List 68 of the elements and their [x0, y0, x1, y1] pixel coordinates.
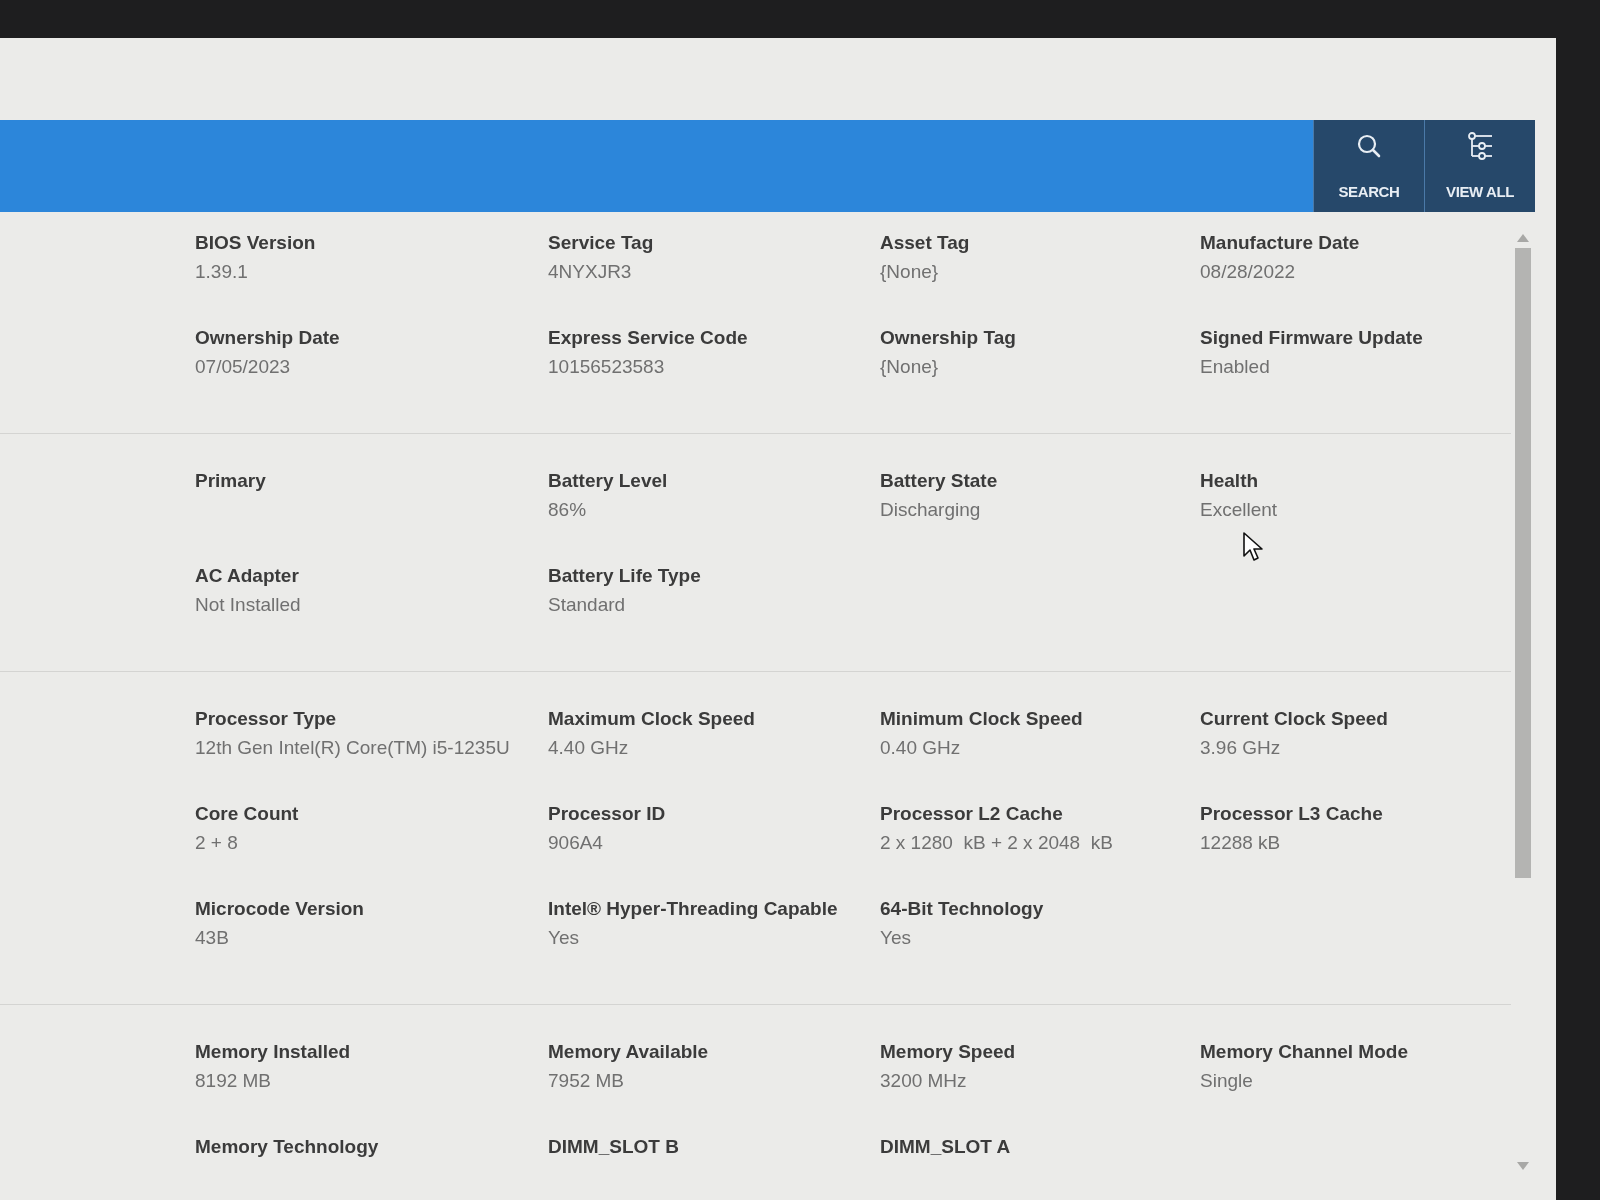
- field-value: Enabled: [1200, 356, 1271, 378]
- field-value: 08/28/2022: [1200, 261, 1297, 283]
- field-label: BIOS Version: [195, 232, 317, 254]
- scroll-down-arrow-icon[interactable]: [1517, 1162, 1529, 1170]
- field-value: 8192 MB: [195, 1070, 273, 1092]
- field-label: AC Adapter: [195, 565, 300, 587]
- field-label: Health: [1200, 470, 1260, 492]
- scroll-thumb[interactable]: [1515, 248, 1531, 878]
- field-label: Memory Speed: [880, 1041, 1017, 1063]
- scroll-up-arrow-icon[interactable]: [1517, 234, 1529, 242]
- field-label: Ownership Tag: [880, 327, 1017, 349]
- field-value: 7952 MB: [548, 1070, 626, 1092]
- field-value: 2 + 8: [195, 832, 239, 854]
- field-value: Discharging: [880, 499, 982, 521]
- search-button[interactable]: SEARCH: [1313, 120, 1424, 212]
- field-label: DIMM_SLOT B: [548, 1136, 680, 1158]
- field-value: 86%: [548, 499, 588, 521]
- field-value: 3.96 GHz: [1200, 737, 1282, 759]
- field-value: Excellent: [1200, 499, 1279, 521]
- field-value: 43B: [195, 927, 230, 949]
- field-value: 07/05/2023: [195, 356, 292, 378]
- field-label: Battery Life Type: [548, 565, 702, 587]
- field-label: Ownership Date: [195, 327, 341, 349]
- field-value: 12288 kB: [1200, 832, 1282, 854]
- field-value: 0.40 GHz: [880, 737, 962, 759]
- mouse-pointer-icon: [1243, 532, 1263, 562]
- field-label: Manufacture Date: [1200, 232, 1361, 254]
- field-value: 1.39.1: [195, 261, 249, 283]
- search-icon: [1355, 132, 1383, 160]
- field-label: Processor ID: [548, 803, 667, 825]
- field-value: 4NYXJR3: [548, 261, 633, 283]
- field-value: 906A4: [548, 832, 604, 854]
- field-label: Minimum Clock Speed: [880, 708, 1084, 730]
- field-label: Signed Firmware Update: [1200, 327, 1424, 349]
- field-value: Yes: [548, 927, 580, 949]
- field-label: Primary: [195, 470, 267, 492]
- field-label: Memory Available: [548, 1041, 710, 1063]
- field-value: Single: [1200, 1070, 1254, 1092]
- field-value: Yes: [880, 927, 912, 949]
- field-label: Asset Tag: [880, 232, 971, 254]
- field-label: Intel® Hyper-Threading Capable: [548, 898, 839, 920]
- field-label: Maximum Clock Speed: [548, 708, 756, 730]
- field-value: {None}: [880, 261, 940, 283]
- field-value: 3200 MHz: [880, 1070, 968, 1092]
- field-label: Memory Channel Mode: [1200, 1041, 1409, 1063]
- field-label: Service Tag: [548, 232, 655, 254]
- filter-tree-icon: [1466, 132, 1494, 160]
- field-label: Memory Technology: [195, 1136, 380, 1158]
- field-value: 4.40 GHz: [548, 737, 630, 759]
- field-label: Processor L2 Cache: [880, 803, 1064, 825]
- view-all-button[interactable]: VIEW ALL: [1424, 120, 1535, 212]
- field-label: Microcode Version: [195, 898, 365, 920]
- field-label: Core Count: [195, 803, 300, 825]
- field-label: Processor L3 Cache: [1200, 803, 1384, 825]
- field-label: Express Service Code: [548, 327, 749, 349]
- field-value: Standard: [548, 594, 627, 616]
- field-value: 2 x 1280 kB + 2 x 2048 kB: [880, 832, 1114, 854]
- field-label: Processor Type: [195, 708, 338, 730]
- field-label: Memory Installed: [195, 1041, 352, 1063]
- field-label: DIMM_SLOT A: [880, 1136, 1012, 1158]
- field-value: {None}: [880, 356, 940, 378]
- field-label: Battery Level: [548, 470, 669, 492]
- field-label: 64-Bit Technology: [880, 898, 1045, 920]
- field-value: 12th Gen Intel(R) Core(TM) i5-1235U: [195, 737, 511, 759]
- field-value: Not Installed: [195, 594, 302, 616]
- field-label: Battery State: [880, 470, 999, 492]
- field-value: 10156523583: [548, 356, 666, 378]
- field-label: Current Clock Speed: [1200, 708, 1389, 730]
